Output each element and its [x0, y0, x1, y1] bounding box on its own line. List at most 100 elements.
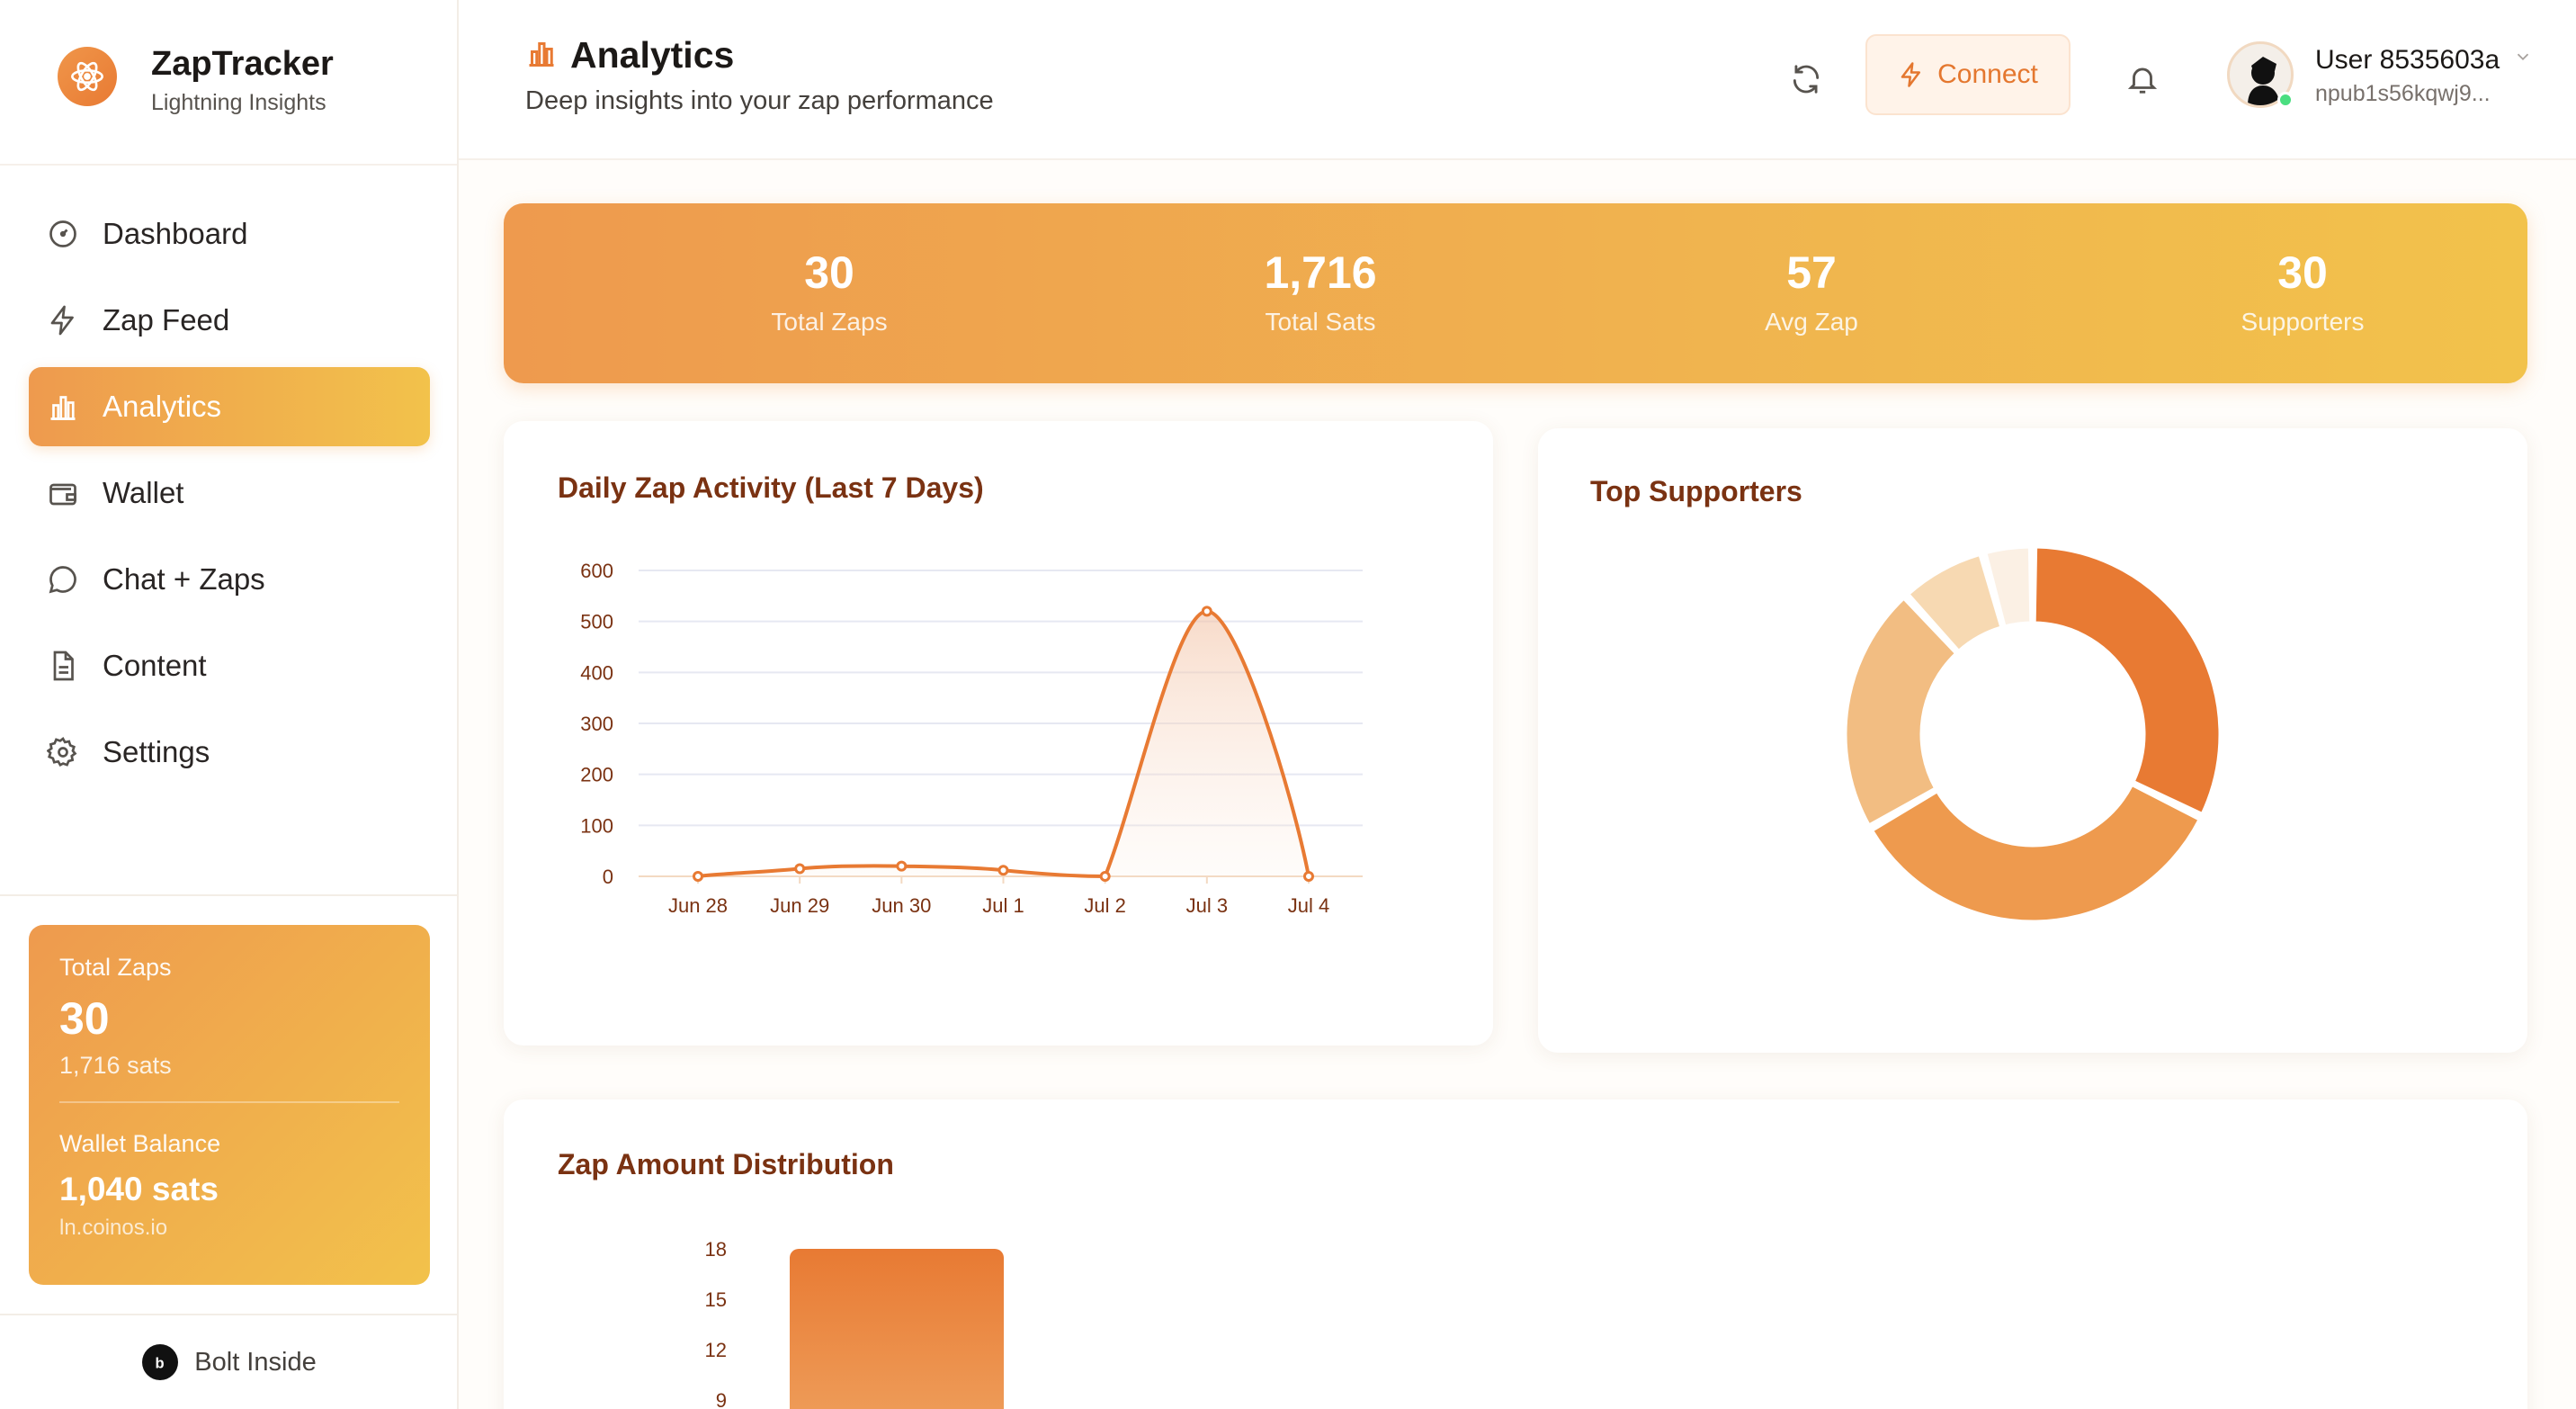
brand-name: ZapTracker	[151, 45, 334, 83]
refresh-button[interactable]	[1781, 54, 1831, 104]
sidebar-item-label: Settings	[103, 735, 210, 768]
bolt-logo-icon: b	[142, 1344, 179, 1380]
sidebar-item-settings[interactable]: Settings	[29, 713, 430, 792]
connect-button[interactable]: Connect	[1865, 34, 2071, 115]
wallet-balance-label: Wallet Balance	[59, 1130, 221, 1157]
bolt-inside-footer[interactable]: b Bolt Inside	[0, 1314, 459, 1409]
bar	[790, 1249, 1004, 1409]
data-point	[693, 871, 703, 882]
y-tick-label: 100	[580, 814, 613, 837]
refresh-icon	[1793, 65, 1820, 94]
y-tick-label: 0	[603, 866, 613, 888]
notifications-button[interactable]	[2117, 54, 2168, 104]
sidebar-stats-card: Total Zaps 30 1,716 sats Wallet Balance …	[29, 925, 430, 1285]
sidebar-item-analytics[interactable]: Analytics	[29, 367, 430, 446]
y-tick-label: 12	[705, 1339, 727, 1361]
online-status-indicator	[2277, 92, 2294, 108]
user-name[interactable]: User 8535603a	[2315, 45, 2500, 76]
user-npub: npub1s56kqwj9...	[2315, 81, 2491, 106]
summary-total-sats: 1,716 Total Sats	[1140, 247, 1500, 337]
bolt-icon	[45, 302, 81, 338]
total-zaps-value: 30	[59, 993, 110, 1044]
sidebar-item-label: Chat + Zaps	[103, 562, 265, 596]
y-tick-label: 9	[716, 1389, 727, 1409]
donut-slice	[1871, 784, 2201, 923]
sidebar-item-label: Dashboard	[103, 217, 248, 250]
top-header: Analytics Deep insights into your zap pe…	[459, 0, 2576, 160]
y-tick-label: 300	[580, 713, 613, 735]
sidebar-item-label: Content	[103, 649, 207, 682]
y-tick-label: 500	[580, 611, 613, 633]
summary-label: Total Zaps	[771, 308, 888, 336]
app-root: ZapTracker Lightning Insights Dashboard …	[0, 0, 2576, 1409]
bar-chart-icon	[525, 37, 558, 74]
stats-divider	[59, 1101, 399, 1103]
data-point	[1201, 606, 1212, 617]
brand-subtitle: Lightning Insights	[151, 90, 326, 115]
sidebar-item-dashboard[interactable]: Dashboard	[29, 194, 430, 274]
x-tick-label: Jun 30	[872, 894, 931, 917]
wallet-icon	[45, 475, 81, 511]
data-point	[1303, 871, 1314, 882]
chat-icon	[45, 561, 81, 597]
x-tick-label: Jul 1	[982, 894, 1024, 917]
summary-label: Avg Zap	[1765, 308, 1858, 336]
y-tick-label: 15	[705, 1288, 727, 1311]
svg-text:b: b	[156, 1355, 165, 1371]
brand-header: ZapTracker Lightning Insights	[0, 0, 457, 166]
connect-label: Connect	[1937, 59, 2038, 89]
dashboard-icon	[45, 216, 81, 252]
sidebar-divider	[0, 894, 459, 896]
donut-slice	[1844, 597, 1958, 827]
sidebar-item-label: Zap Feed	[103, 303, 230, 337]
x-tick-label: Jul 3	[1186, 894, 1228, 917]
total-sats-value: 1,716 sats	[59, 1052, 172, 1079]
daily-zap-activity-card: Daily Zap Activity (Last 7 Days) 0 100 200…	[504, 421, 1493, 1046]
atom-logo-icon	[58, 47, 117, 106]
sidebar-item-label: Wallet	[103, 476, 184, 509]
summary-label: Supporters	[2241, 308, 2365, 336]
sidebar: ZapTracker Lightning Insights Dashboard …	[0, 0, 459, 1409]
wallet-host: ln.coinos.io	[59, 1216, 168, 1240]
summary-value: 30	[2277, 247, 2328, 298]
data-point	[1099, 871, 1111, 882]
sidebar-item-wallet[interactable]: Wallet	[29, 453, 430, 533]
bolt-icon	[1901, 62, 1921, 87]
sidebar-item-zap-feed[interactable]: Zap Feed	[29, 281, 430, 360]
data-point	[896, 860, 908, 872]
summary-value: 30	[804, 247, 854, 298]
chevron-down-icon[interactable]	[2513, 47, 2533, 71]
line-chart: 0 100 200 300 400 500 600 Jun 28 Jun 29 Jun 30 Jul…	[580, 560, 1363, 917]
summary-value: 1,716	[1264, 247, 1377, 298]
x-tick-label: Jun 29	[770, 894, 829, 917]
y-tick-label: 18	[705, 1238, 727, 1261]
zap-amount-distribution-card: Zap Amount Distribution 9 12 15 18	[504, 1099, 2527, 1409]
sidebar-nav: Dashboard Zap Feed Analytics Wallet Chat…	[29, 194, 430, 799]
page-subtitle: Deep insights into your zap performance	[525, 86, 994, 115]
total-zaps-label: Total Zaps	[59, 954, 172, 981]
y-tick-label: 400	[580, 661, 613, 684]
page-title: Analytics	[570, 34, 735, 76]
sidebar-item-content[interactable]: Content	[29, 626, 430, 705]
bolt-inside-label: Bolt Inside	[194, 1347, 317, 1377]
summary-value: 57	[1786, 247, 1837, 298]
summary-stats-bar: 30 Total Zaps 1,716 Total Sats 57 Avg Za…	[504, 203, 2527, 383]
sidebar-item-label: Analytics	[103, 390, 222, 423]
x-tick-label: Jun 28	[668, 894, 728, 917]
wallet-balance-value: 1,040 sats	[59, 1171, 219, 1207]
x-tick-label: Jul 2	[1084, 894, 1125, 917]
document-icon	[45, 648, 81, 684]
donut-chart	[1844, 545, 2222, 923]
data-point	[997, 865, 1009, 876]
sidebar-item-chat-zaps[interactable]: Chat + Zaps	[29, 540, 430, 619]
bar-chart: 9 12 15 18	[705, 1238, 1004, 1409]
y-tick-label: 200	[580, 764, 613, 786]
x-tick-label: Jul 4	[1288, 894, 1329, 917]
top-supporters-card: Top Supporters	[1538, 428, 2527, 1053]
y-tick-label: 600	[580, 560, 613, 582]
gear-icon	[45, 734, 81, 770]
summary-avg-zap: 57 Avg Zap	[1632, 247, 1991, 337]
bar-chart-icon	[45, 389, 81, 425]
page-title-group: Analytics	[525, 34, 734, 76]
data-point	[794, 863, 806, 875]
